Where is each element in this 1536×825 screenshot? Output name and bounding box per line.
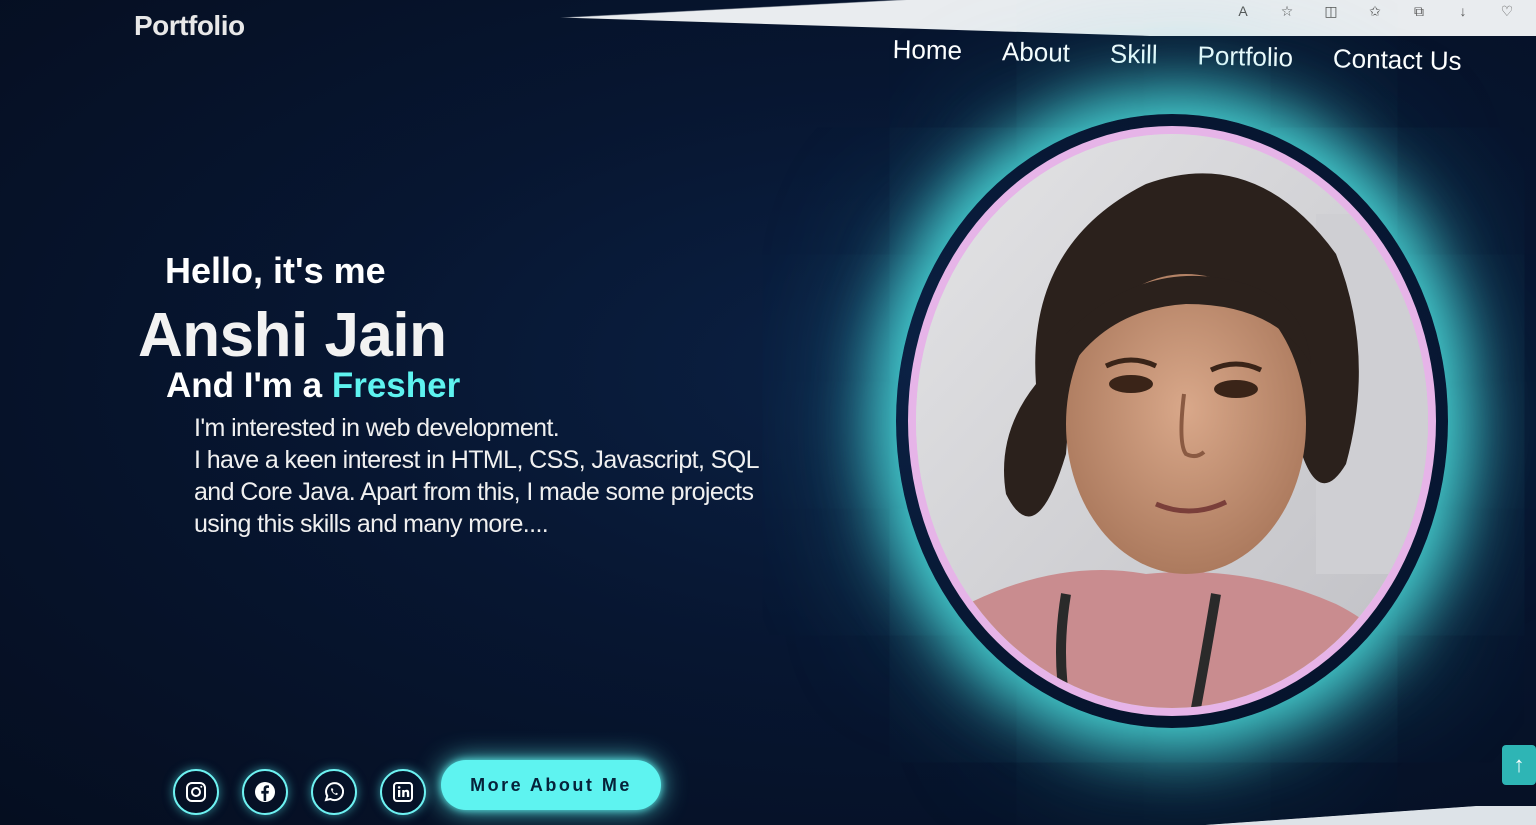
navbar: Portfolio Home About Skill Portfolio Con… [0,0,1536,92]
nav-link-home[interactable]: Home [892,34,962,66]
role-highlight: Fresher [331,366,461,405]
linkedin-icon [393,782,413,802]
whatsapp-link[interactable] [311,769,357,815]
linkedin-link[interactable] [380,769,426,815]
arrow-up-icon: ↑ [1513,752,1525,777]
social-links [173,769,426,815]
nav-link-skill[interactable]: Skill [1110,39,1158,71]
nav-link-about[interactable]: About [1002,36,1071,68]
profile-photo [908,126,1436,716]
screen-edge-strip [1200,806,1536,825]
facebook-link[interactable] [242,769,288,815]
description-line: I'm interested in web development. [194,414,560,442]
hero-name: Anshi Jain [138,301,447,370]
hero-greeting: Hello, it's me [165,250,386,291]
profile-portrait-illustration [916,134,1428,708]
portfolio-page: A ☆ ◫ ✩ ⧉ ↓ ♡ Portfolio Home About Skill… [0,0,1536,825]
description-line: using this skills and many more.... [194,510,549,538]
facebook-icon [255,782,275,802]
instagram-link[interactable] [173,769,219,815]
nav-menu: Home About Skill Portfolio Contact Us [892,34,1462,77]
hero-role-line: And I'm a Fresher [166,366,460,406]
role-prefix: And I'm a [166,366,332,405]
hero-description: I'm interested in web development. I hav… [194,412,884,540]
site-logo[interactable]: Portfolio [134,10,245,42]
nav-link-portfolio[interactable]: Portfolio [1197,40,1293,73]
description-line: and Core Java. Apart from this, I made s… [194,478,754,506]
more-about-me-button[interactable]: More About Me [441,760,661,810]
profile-photo-container [908,126,1436,716]
nav-link-contact-us[interactable]: Contact Us [1333,43,1462,77]
whatsapp-icon [324,782,345,802]
instagram-icon [186,782,206,802]
scroll-to-top-button[interactable]: ↑ [1502,745,1536,785]
description-line: I have a keen interest in HTML, CSS, Jav… [194,446,759,474]
